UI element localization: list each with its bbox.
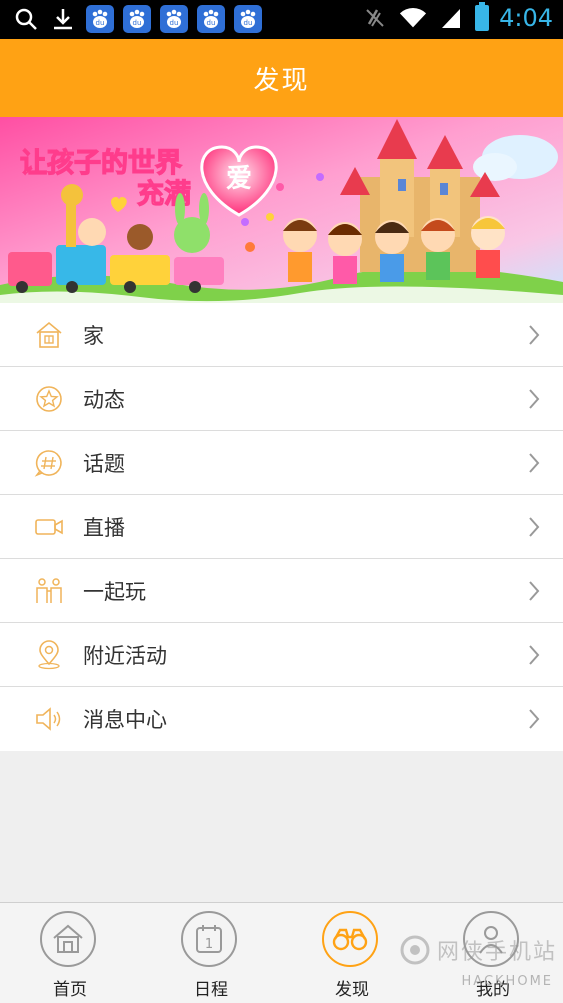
chevron-right-icon — [529, 645, 540, 665]
speaker-icon — [36, 707, 61, 731]
hashtag-bubble-icon — [34, 450, 62, 477]
calendar-icon: 1 — [181, 911, 237, 967]
page-title-text: 发现 — [253, 65, 310, 96]
tab-label: 日程 — [194, 980, 228, 1000]
menu-item-live[interactable]: 直播 — [0, 495, 563, 559]
video-camera-icon — [35, 519, 63, 535]
menu-item-home[interactable]: 家 — [0, 303, 563, 367]
tab-home[interactable]: 首页 — [0, 903, 140, 1003]
binoculars-icon — [322, 911, 378, 967]
tab-label: 首页 — [53, 980, 87, 1000]
menu-item-feed[interactable]: 动态 — [0, 367, 563, 431]
tab-label: 发现 — [335, 980, 369, 1000]
svg-text:du: du — [133, 19, 142, 27]
menu-item-label: 一起玩 — [83, 579, 146, 604]
watermark-subtext: HACKHOME — [461, 974, 553, 989]
menu-item-topics[interactable]: 话题 — [0, 431, 563, 495]
location-pin-icon — [38, 640, 60, 670]
menu-item-label: 直播 — [83, 515, 125, 540]
chevron-right-icon — [529, 453, 540, 473]
people-icon — [36, 578, 62, 603]
banner-slogan: 让孩子的世界 — [20, 147, 182, 179]
watermark-logo-icon — [400, 935, 430, 965]
baidu-icon: du — [197, 5, 225, 33]
tab-schedule[interactable]: 1 日程 — [141, 903, 281, 1003]
svg-text:du: du — [244, 19, 253, 27]
watermark-text: 网侠手机站 — [436, 940, 557, 965]
chevron-right-icon — [529, 709, 540, 729]
menu-item-messages[interactable]: 消息中心 — [0, 687, 563, 751]
chevron-right-icon — [529, 581, 540, 601]
star-circle-icon — [36, 386, 62, 412]
wifi-icon — [399, 4, 427, 32]
discover-menu: 家 动态 话题 直播 一起玩 附近活动 消息中心 — [0, 303, 563, 751]
clock: 4:04 — [499, 4, 553, 32]
menu-item-play-together[interactable]: 一起玩 — [0, 559, 563, 623]
banner-image[interactable]: 让孩子的世界 充满 爱 — [0, 117, 563, 303]
svg-text:du: du — [170, 19, 179, 27]
menu-item-label: 消息中心 — [83, 708, 167, 732]
menu-item-label: 话题 — [83, 451, 125, 476]
vibrate-icon — [361, 4, 389, 32]
menu-item-nearby-events[interactable]: 附近活动 — [0, 623, 563, 687]
baidu-icon: du — [123, 5, 151, 33]
home-icon — [40, 911, 96, 967]
home-icon — [36, 321, 62, 348]
battery-icon — [475, 2, 490, 31]
chevron-right-icon — [529, 517, 540, 537]
chevron-right-icon — [529, 389, 540, 409]
status-bar: du du du du du 4:04 — [0, 0, 563, 39]
svg-text:1: 1 — [205, 937, 213, 952]
menu-item-label: 动态 — [83, 387, 125, 412]
watermark: 网侠手机站 — [399, 930, 557, 970]
svg-text:爱: 爱 — [226, 164, 252, 194]
menu-item-label: 家 — [83, 323, 104, 348]
baidu-icon: du — [234, 5, 262, 33]
chevron-right-icon — [529, 325, 540, 345]
svg-text:du: du — [96, 19, 105, 27]
page-title: 发现 — [0, 39, 563, 117]
signal-icon — [437, 4, 465, 32]
baidu-icon: du — [160, 5, 188, 33]
download-icon — [49, 5, 77, 33]
baidu-icon: du — [86, 5, 114, 33]
svg-text:du: du — [207, 19, 216, 27]
search-icon — [12, 5, 40, 33]
menu-item-label: 附近活动 — [83, 643, 167, 668]
